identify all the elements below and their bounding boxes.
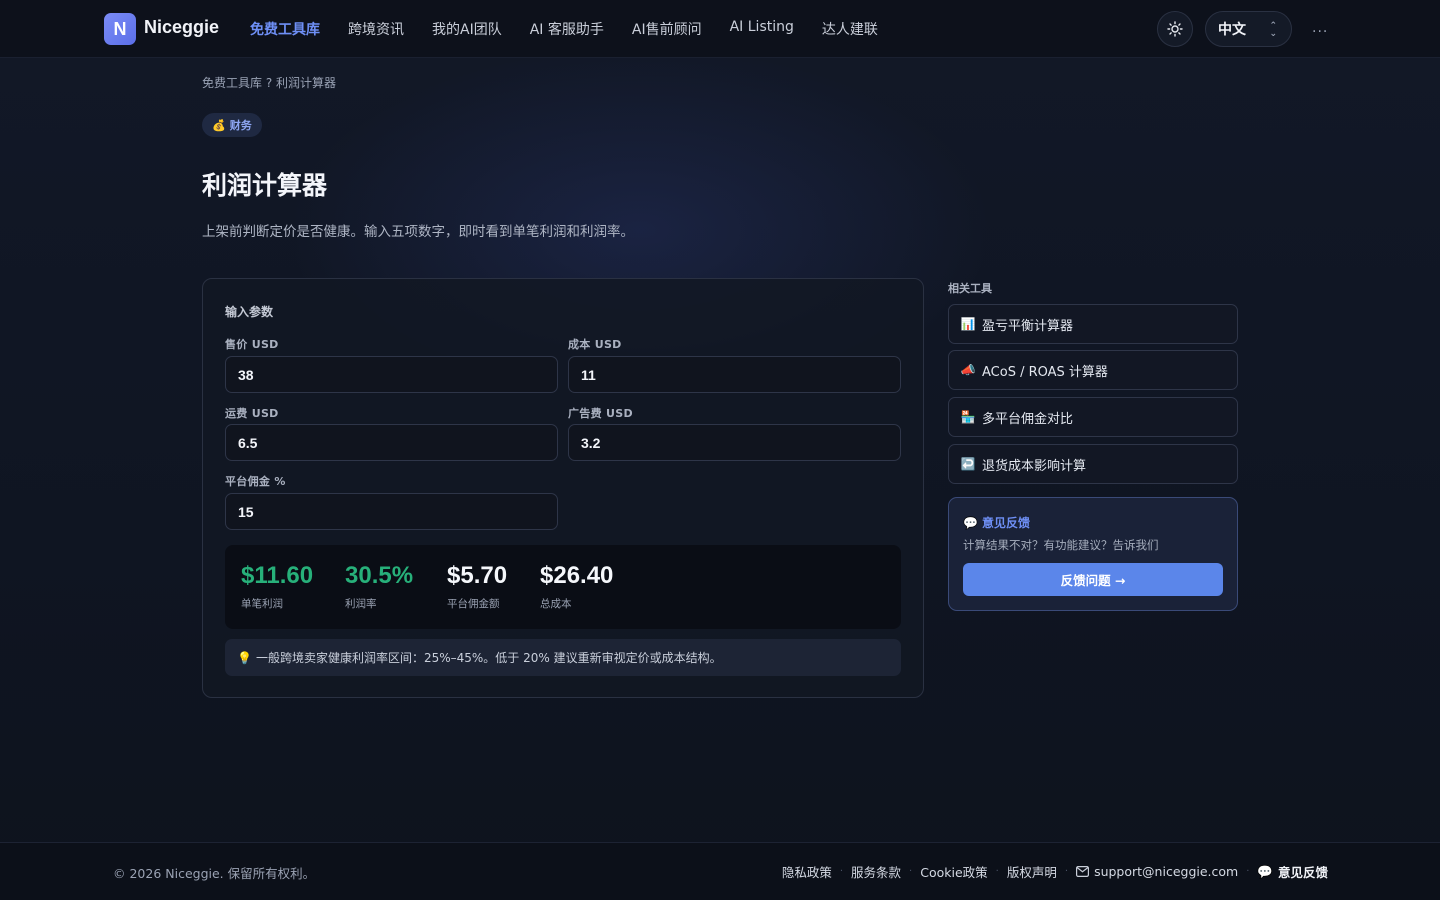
page-title: 利润计算器 [202,171,328,200]
related-tool-label: ACoS / ROAS 计算器 [982,364,1108,380]
bar-chart-icon: 📊 [960,317,976,331]
stat-profit-label: 单笔利润 [241,598,283,610]
stat-total-cost-label: 总成本 [540,598,572,610]
tip-banner: 💡 一般跨境卖家健康利润率区间：25%–45%。低于 20% 建议重新审视定价或… [225,639,901,676]
ad-cost-input[interactable]: 3.2 [568,424,901,461]
megaphone-icon: 📣 [960,363,976,377]
ad-cost-label: 广告费 USD [568,407,633,420]
return-arrow-icon: ↩️ [960,457,976,471]
nav-ai-presales[interactable]: AI售前顾问 [632,19,702,39]
feedback-card: 💬 意见反馈 计算结果不对？有功能建议？告诉我们 反馈问题 → [948,497,1238,611]
feedback-button[interactable]: 反馈问题 → [963,563,1223,596]
related-tools-title: 相关工具 [948,282,992,295]
footer-link-privacy[interactable]: 隐私政策 [782,862,832,881]
tip-text: 一般跨境卖家健康利润率区间：25%–45%。低于 20% 建议重新审视定价或成本… [255,651,722,665]
footer-separator: · [995,866,999,877]
footer-link-terms[interactable]: 服务条款 [851,862,901,881]
breadcrumb[interactable]: 免费工具库 ? 利润计算器 [202,74,336,91]
footer-feedback-link[interactable]: 💬 意见反馈 [1257,862,1328,881]
stat-total-cost: $26.40 总成本 [540,562,613,611]
footer-email-link[interactable]: support@niceggie.com [1076,864,1238,879]
related-tool-label: 多平台佣金对比 [982,411,1074,427]
cost-label: 成本 USD [568,338,622,351]
related-tool-returns[interactable]: ↩️ 退货成本影响计算 [948,444,1238,484]
footer-link-copyright[interactable]: 版权声明 [1007,862,1057,881]
price-input[interactable]: 38 [225,356,558,393]
feedback-title-text: 意见反馈 [981,516,1030,530]
stat-total-cost-value: $26.40 [540,562,614,589]
calculator-card: 输入参数 售价 USD 38 成本 USD 11 运费 USD 6.5 广告费 … [202,278,924,698]
sun-icon [1167,21,1183,37]
footer-separator: · [839,866,844,877]
mail-icon [1076,866,1090,877]
stat-profit: $11.60 单笔利润 [241,562,313,611]
footer-link-cookie[interactable]: Cookie政策 [920,862,987,881]
brand-name[interactable]: Niceggie [144,17,219,38]
page-subtitle: 上架前判断定价是否健康。输入五项数字，即时看到单笔利润和利润率。 [202,224,634,240]
stat-commission-value: $5.70 [447,562,508,589]
logo-icon[interactable]: N [104,13,136,45]
related-tool-acos[interactable]: 📣 ACoS / ROAS 计算器 [948,350,1238,390]
nav-ai-team[interactable]: 我的AI团队 [432,19,502,39]
language-value: 中文 [1218,22,1246,38]
stat-commission-label: 平台佣金额 [447,598,500,610]
commission-label: 平台佣金 % [225,475,286,488]
footer: © 2026 Niceggie. 保留所有权利。 隐私政策 · 服务条款 · C… [0,842,1440,900]
nav-free-tools[interactable]: 免费工具库 [250,19,320,39]
chevron-updown-icon: ⌃ ⌄ [1269,21,1277,39]
related-tool-label: 退货成本影响计算 [982,458,1087,474]
related-tool-commission-compare[interactable]: 🏪 多平台佣金对比 [948,397,1238,437]
lightbulb-icon: 💡 [237,650,252,665]
nav-ai-support[interactable]: AI 客服助手 [530,19,604,39]
store-icon: 🏪 [960,410,976,424]
shipping-label: 运费 USD [225,407,279,420]
related-tool-breakeven[interactable]: 📊 盈亏平衡计算器 [948,304,1238,344]
feedback-title: 💬 意见反馈 [963,514,1030,531]
stat-profit-value: $11.60 [241,562,314,589]
input-section-title: 输入参数 [225,305,274,319]
more-menu-button[interactable]: ... [1312,20,1328,36]
shipping-input[interactable]: 6.5 [225,424,558,461]
related-tool-label: 盈亏平衡计算器 [982,318,1074,334]
main-nav: 免费工具库 跨境资讯 我的AI团队 AI 客服助手 AI售前顾问 AI List… [250,19,878,39]
money-bag-icon: 💰 [212,118,226,132]
footer-feedback-label: 意见反馈 [1277,865,1328,880]
stat-commission: $5.70 平台佣金额 [447,562,507,611]
category-badge: 💰 财务 [202,113,262,137]
footer-separator: · [909,866,913,877]
category-label: 财务 [229,119,252,132]
nav-news[interactable]: 跨境资讯 [348,19,404,39]
results-panel: $11.60 单笔利润 30.5% 利润率 $5.70 平台佣金额 $26.40… [225,545,901,629]
commission-input[interactable]: 15 [225,493,558,530]
footer-links: 隐私政策 · 服务条款 · Cookie政策 · 版权声明 · support@… [782,862,1328,881]
footer-separator: · [1246,866,1250,877]
feedback-description: 计算结果不对？有功能建议？告诉我们 [963,538,1159,552]
theme-toggle-button[interactable] [1157,11,1193,47]
copyright: © 2026 Niceggie. 保留所有权利。 [113,866,316,881]
speech-bubble-icon: 💬 [1257,863,1273,879]
cost-input[interactable]: 11 [568,356,901,393]
price-label: 售价 USD [225,338,279,351]
nav-influencer[interactable]: 达人建联 [822,19,878,39]
top-navbar: N Niceggie 免费工具库 跨境资讯 我的AI团队 AI 客服助手 AI售… [0,0,1440,58]
nav-ai-listing[interactable]: AI Listing [730,19,794,39]
language-select[interactable]: 中文 ⌃ ⌄ [1205,11,1292,47]
main-content: 免费工具库 ? 利润计算器 💰 财务 利润计算器 上架前判断定价是否健康。输入五… [0,58,1440,842]
footer-separator: · [1064,866,1069,877]
speech-bubble-icon: 💬 [963,515,978,530]
stat-margin-value: 30.5% [345,562,414,589]
stat-margin-label: 利润率 [345,598,377,610]
footer-email: support@niceggie.com [1094,864,1239,879]
stat-margin: 30.5% 利润率 [345,562,413,611]
